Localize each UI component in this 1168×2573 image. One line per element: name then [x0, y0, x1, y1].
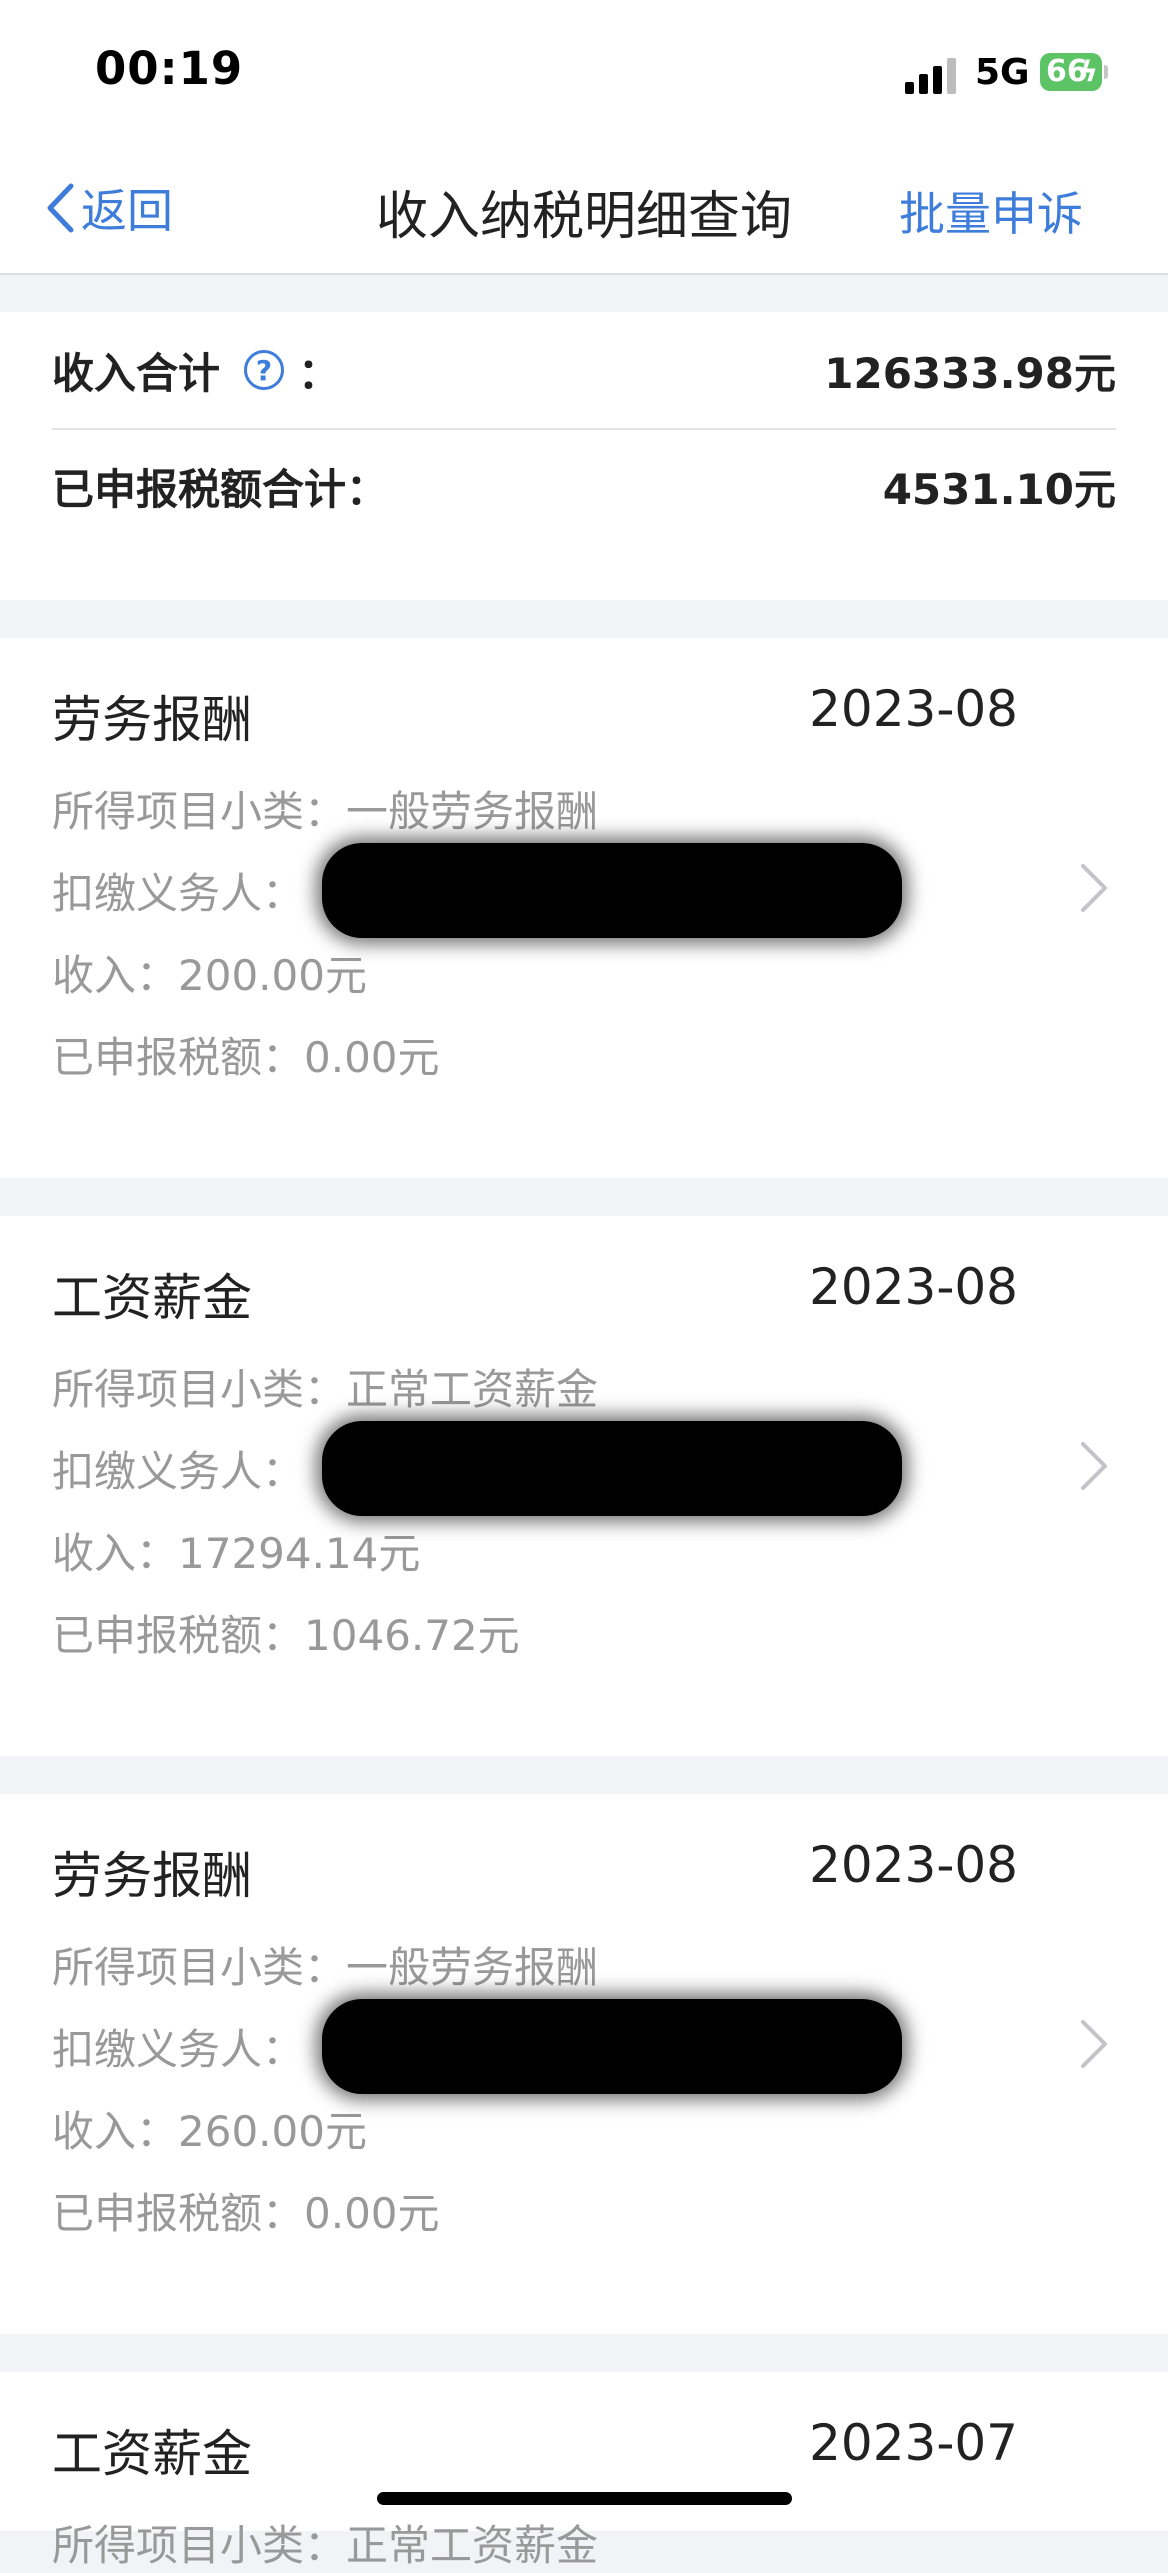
record-date: 2023-07: [809, 2414, 1018, 2472]
signal-icon: [905, 56, 960, 94]
record-withholder: 扣缴义务人：: [52, 869, 305, 918]
redaction-mark: [322, 843, 902, 938]
income-record-card[interactable]: 工资薪金 2023-08 所得项目小类：正常工资薪金 扣缴义务人： 收入：172…: [0, 1216, 1168, 1756]
record-subcategory: 所得项目小类：一般劳务报酬: [52, 787, 599, 836]
record-date: 2023-08: [809, 1258, 1018, 1316]
record-subcategory: 所得项目小类：正常工资薪金: [52, 2521, 599, 2570]
record-date: 2023-08: [809, 680, 1018, 738]
record-title: 工资薪金: [52, 1269, 252, 1327]
record-subcategory: 所得项目小类：一般劳务报酬: [52, 1943, 599, 1992]
record-tax: 已申报税额：1046.72元: [52, 1611, 520, 1660]
nav-bar: 返回 收入纳税明细查询 批量申诉: [0, 150, 1168, 275]
battery-icon: 66 ϟ: [1040, 53, 1108, 91]
income-record-card[interactable]: 工资薪金 2023-07 所得项目小类：正常工资薪金: [0, 2372, 1168, 2570]
chevron-right-icon: [1081, 2020, 1107, 2068]
record-tax: 已申报税额：0.00元: [52, 2189, 440, 2238]
tax-total-label: 已申报税额合计：: [52, 464, 389, 514]
record-title: 工资薪金: [52, 2425, 252, 2483]
record-title: 劳务报酬: [52, 691, 252, 749]
record-withholder: 扣缴义务人：: [52, 2025, 305, 2074]
income-total-colon: ：: [298, 348, 341, 398]
batch-appeal-button[interactable]: 批量申诉: [899, 178, 1083, 244]
record-tax: 已申报税额：0.00元: [52, 1033, 440, 1082]
record-withholder: 扣缴义务人：: [52, 1447, 305, 1496]
redaction-mark: [322, 1421, 902, 1516]
chevron-right-icon: [1081, 864, 1107, 912]
home-indicator[interactable]: [377, 2492, 792, 2505]
status-time: 00:19: [95, 42, 244, 95]
income-total-value: 126333.98元: [824, 348, 1116, 398]
income-total-row: 收入合计 ? ： 126333.98元: [52, 312, 1116, 430]
record-title: 劳务报酬: [52, 1847, 252, 1905]
record-income: 收入：17294.14元: [52, 1529, 421, 1578]
chevron-right-icon: [1081, 1442, 1107, 1490]
question-circle-icon[interactable]: ?: [244, 350, 285, 390]
record-income: 收入：200.00元: [52, 951, 367, 1000]
record-subcategory: 所得项目小类：正常工资薪金: [52, 1365, 599, 1414]
redaction-mark: [322, 1999, 902, 2094]
income-total-label: 收入合计: [52, 348, 221, 398]
tax-total-value: 4531.10元: [882, 464, 1116, 514]
charging-icon: ϟ: [1079, 55, 1098, 88]
income-record-card[interactable]: 劳务报酬 2023-08 所得项目小类：一般劳务报酬 扣缴义务人： 收入：260…: [0, 1794, 1168, 2334]
record-date: 2023-08: [809, 1836, 1018, 1894]
summary-panel: 收入合计 ? ： 126333.98元 已申报税额合计： 4531.10元: [0, 312, 1168, 600]
record-income: 收入：260.00元: [52, 2107, 367, 2156]
status-bar: 00:19 5G 66 ϟ: [0, 0, 1168, 150]
network-type: 5G: [975, 52, 1030, 93]
tax-total-row: 已申报税额合计： 4531.10元: [52, 428, 1116, 544]
income-record-card[interactable]: 劳务报酬 2023-08 所得项目小类：一般劳务报酬 扣缴义务人： 收入：200…: [0, 638, 1168, 1178]
